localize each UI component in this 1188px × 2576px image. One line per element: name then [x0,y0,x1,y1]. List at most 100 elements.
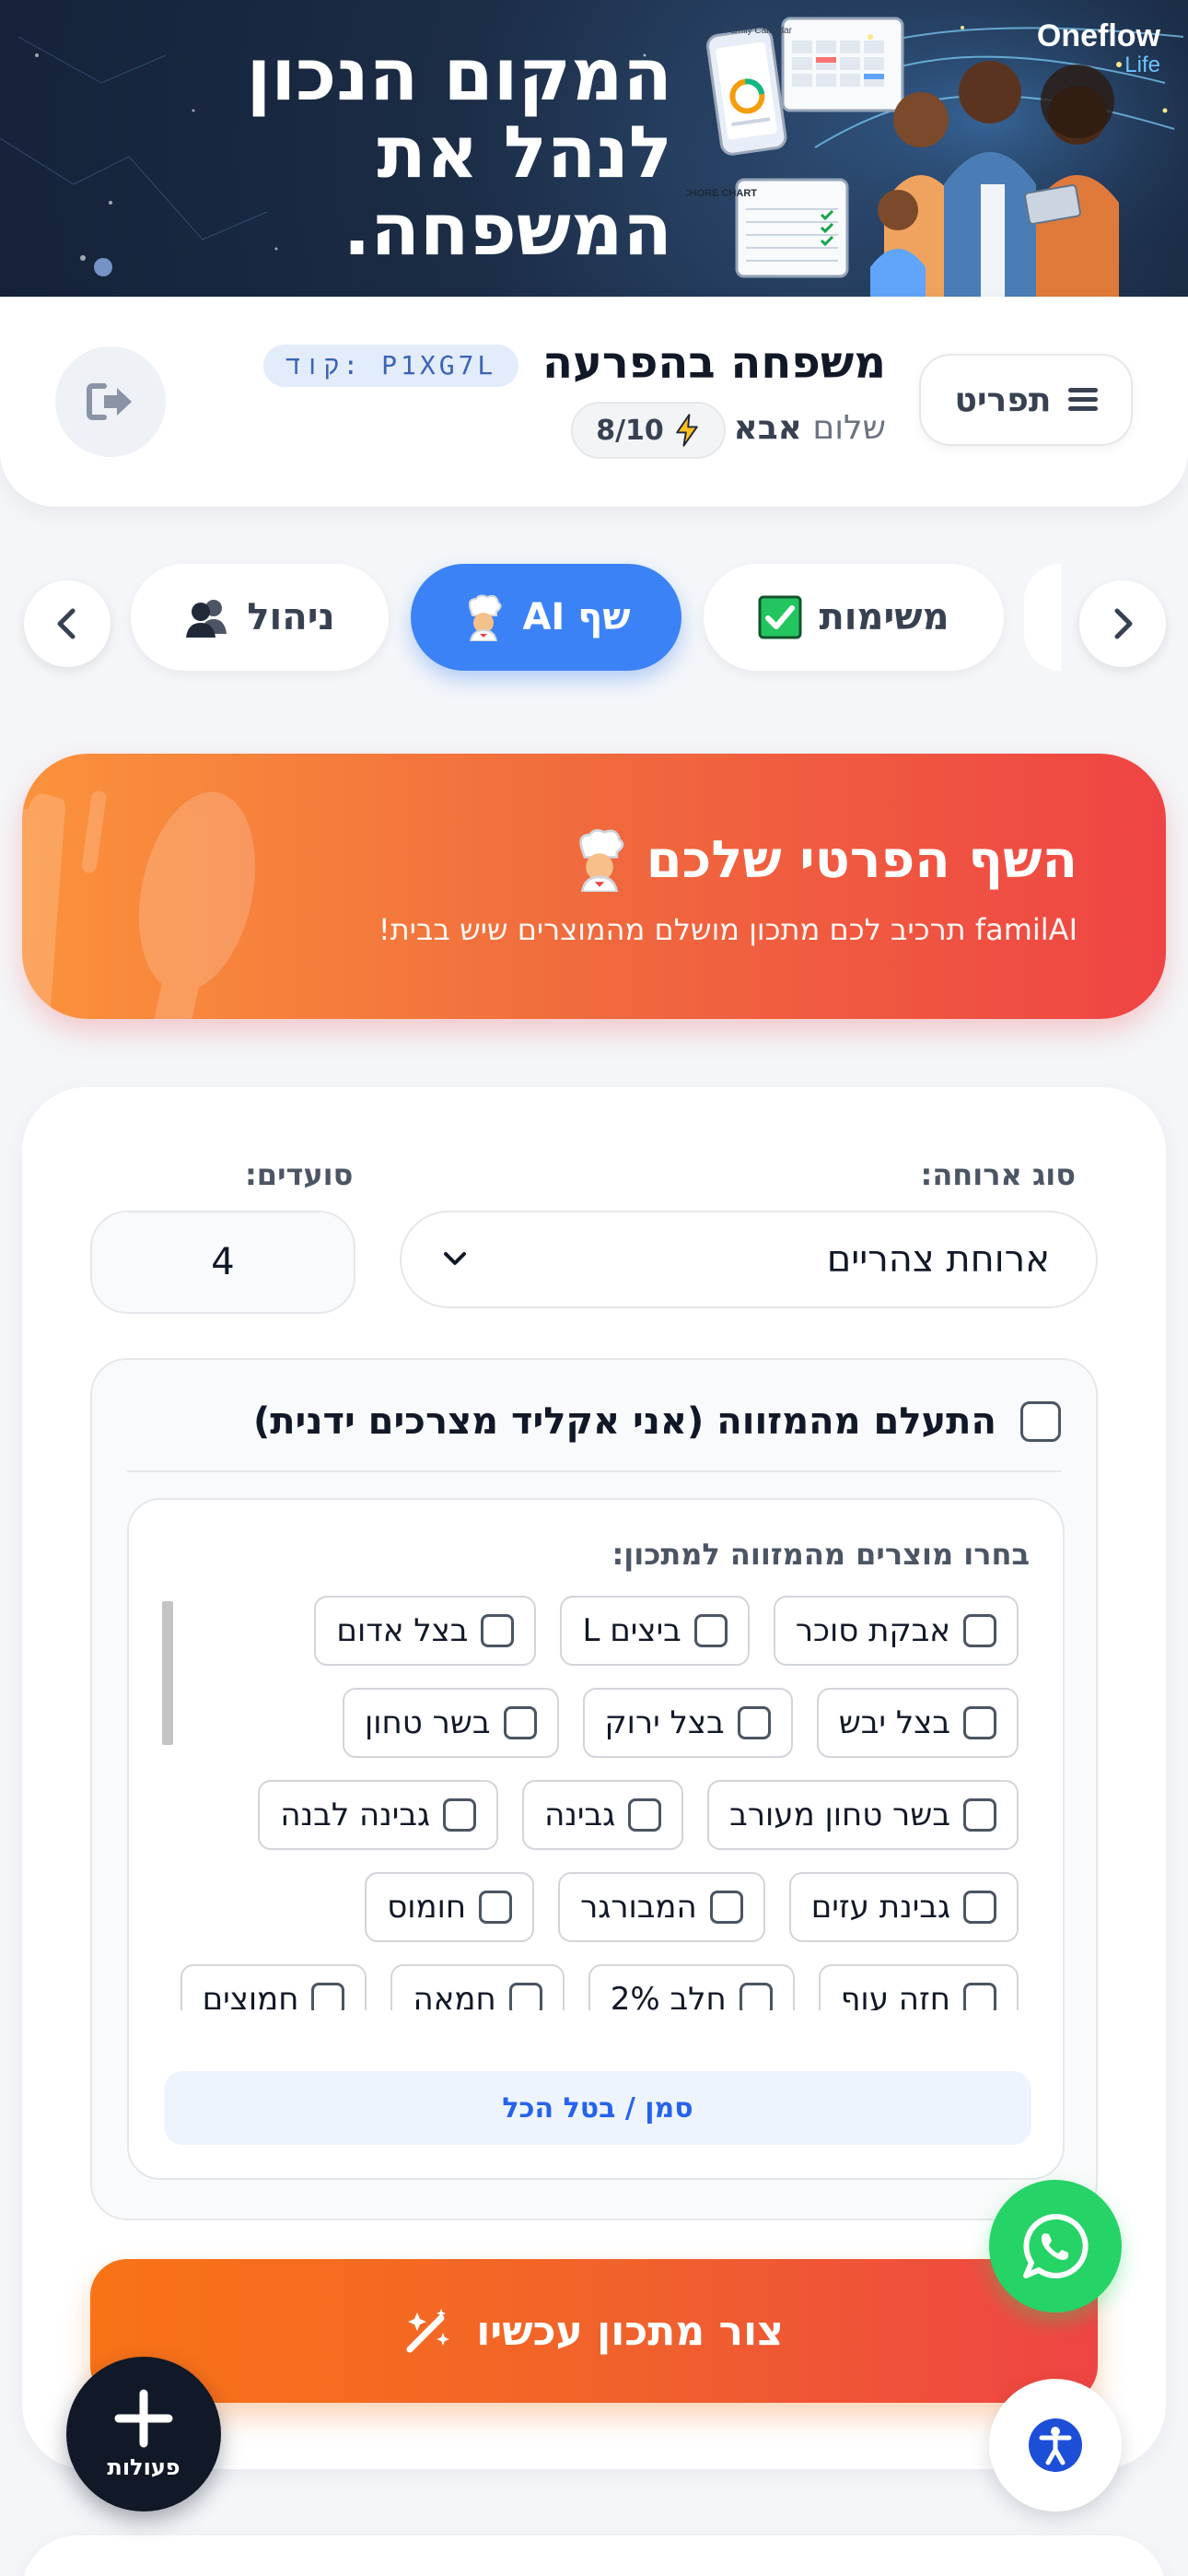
utensils-watermark-icon [22,790,255,1019]
ignore-pantry-option[interactable]: התעלם מהמזווה (אני אקליד מצרכים ידנית) [253,1400,1061,1443]
points-badge: 8/10 [571,402,726,459]
tabs-bar: משימות שף AI ניהול [0,553,1188,682]
pantry-item-checkbox[interactable] [963,1706,996,1739]
pantry-heading: בחרו מוצרים מהמזווה למתכון: [611,1537,1031,1572]
pantry-row: חזה עוף חלב 2% חמאה חמוצים [164,1964,1019,2010]
ignore-pantry-label: התעלם מהמזווה (אני אקליד מצרכים ידנית) [252,1400,996,1443]
plus-icon [114,2389,173,2448]
generate-recipe-button[interactable]: צור מתכון עכשיו [90,2259,1098,2403]
user-name: אבא [733,409,802,447]
hamburger-icon [1067,388,1098,412]
pantry-item[interactable]: חמוצים [180,1964,367,2010]
hero-banner: המקום הנכון לנהל את המשפחה. Family Calen… [0,0,1188,297]
chef-icon [578,828,623,892]
tabs-scroll-left-button[interactable] [24,580,111,667]
chevron-right-icon [1114,608,1133,639]
pantry-item[interactable]: בשר טחון [343,1688,559,1758]
tab-tasks[interactable]: משימות [704,564,1004,671]
pantry-item[interactable]: אבקת סוכר [773,1596,1019,1666]
pantry-item-label: גבינת עזים [810,1889,950,1926]
pantry-item[interactable]: בשר טחון מעורב [707,1780,1019,1850]
pantry-item[interactable]: בצל יבש [816,1688,1019,1758]
pantry-product-list: אבקת סוכר ביצים L בצל אדום בצל יבש בצל י… [164,1596,1019,2010]
pantry-item-label: גבינה [544,1797,616,1833]
pantry-item[interactable]: המבורגר [558,1872,765,1942]
pantry-item[interactable]: חמאה [390,1964,565,2010]
pantry-item[interactable]: חלב 2% [588,1964,795,2010]
pantry-item[interactable]: חזה עוף [818,1964,1019,2010]
divider [127,1470,1061,1472]
pantry-item[interactable]: גבינה [522,1780,684,1850]
chevron-down-icon [444,1252,466,1265]
pantry-item-checkbox[interactable] [481,1614,515,1647]
tab-label: שף AI [522,596,631,638]
hero-title-line: המשפחה. [343,189,672,272]
pantry-item-checkbox[interactable] [963,1891,996,1924]
pantry-item-label: בצל יבש [838,1704,950,1741]
hero-title: המקום הנכון לנהל את המשפחה. [193,37,672,269]
pantry-item-checkbox[interactable] [479,1891,513,1924]
toggle-all-button[interactable]: סמן / בטל הכל [164,2071,1031,2145]
ignore-pantry-checkbox[interactable] [1020,1401,1061,1442]
pantry-item-checkbox[interactable] [963,1614,996,1647]
pantry-item[interactable]: בצל אדום [314,1596,537,1666]
chef-icon [469,594,502,641]
people-icon [186,600,227,638]
pantry-item-checkbox[interactable] [311,1983,345,2010]
pantry-row: גבינת עזים המבורגר חומוס [164,1872,1019,1944]
generate-recipe-label: צור מתכון עכשיו [476,2307,784,2355]
pantry-item-label: בצל אדום [336,1612,469,1649]
tab-ai-chef[interactable]: שף AI [411,564,681,671]
brand-logo: Oneflow Life [1037,18,1160,78]
pantry-products-panel: בחרו מוצרים מהמזווה למתכון: אבקת סוכר בי… [127,1498,1065,2180]
pantry-item[interactable]: בצל ירוק [582,1688,793,1758]
meal-type-select[interactable]: ארוחת צהריים [400,1211,1098,1308]
pantry-item-label: בשר טחון [365,1704,491,1741]
pantry-item-checkbox[interactable] [628,1798,662,1832]
pantry-item[interactable]: חומוס [365,1872,535,1942]
check-box-icon [758,595,802,639]
pantry-item[interactable]: ביצים L [560,1596,750,1666]
pantry-item-checkbox[interactable] [709,1891,743,1924]
brand-sub: Life [1124,53,1160,77]
whatsapp-icon [1023,2213,1089,2278]
pantry-item-label: חמאה [413,1981,496,2010]
pantry-row: אבקת סוכר ביצים L בצל אדום [164,1596,1019,1668]
tabs-scroll-right-button[interactable] [1079,580,1166,667]
menu-button[interactable]: תפריט [919,354,1133,446]
pantry-item-checkbox[interactable] [963,1798,996,1832]
tab-partial[interactable] [1024,564,1061,671]
pantry-item-checkbox[interactable] [443,1798,477,1832]
pantry-item-checkbox[interactable] [963,1983,996,2010]
user-greeting: שלום אבא [734,409,887,447]
menu-button-label: תפריט [954,381,1052,419]
chef-subtitle: familAI תרכיב לכם מתכון מושלם מהמוצרים ש… [378,912,1077,947]
pantry-item-label: בצל ירוק [604,1704,725,1741]
points-value: 8/10 [596,414,664,447]
family-code-badge[interactable]: קוד: P1XG7L [263,345,519,387]
pantry-item-checkbox[interactable] [693,1614,728,1647]
pantry-item-label: בשר טחון מעורב [729,1797,950,1833]
tab-management[interactable]: ניהול [131,564,389,671]
logout-button[interactable] [55,346,166,457]
pantry-item[interactable]: גבינת עזים [788,1872,1019,1942]
pantry-item-checkbox[interactable] [508,1983,542,2010]
calendar-card-label: Family Calendar [725,26,792,36]
pantry-item-label: חומוס [387,1889,467,1926]
actions-fab[interactable]: פעולות [66,2357,221,2512]
diners-input[interactable]: 4 [90,1211,355,1314]
pantry-item-label: גבינה לבנה [280,1797,431,1833]
brand-name: Oneflow [1036,18,1160,53]
accessibility-button[interactable] [989,2379,1122,2512]
pantry-item-checkbox[interactable] [503,1706,537,1739]
chore-chart-label: CHORE CHART [686,188,757,199]
lightning-icon [676,414,698,447]
whatsapp-button[interactable] [989,2180,1122,2313]
pantry-item[interactable]: גבינה לבנה [258,1780,499,1850]
pantry-item-checkbox[interactable] [737,1706,771,1739]
meal-type-value: ארוחת צהריים [826,1238,1050,1281]
actions-label: פעולות [107,2454,181,2480]
chevron-left-icon [57,608,76,639]
next-section-card [22,2535,1166,2576]
pantry-item-checkbox[interactable] [739,1983,773,2010]
